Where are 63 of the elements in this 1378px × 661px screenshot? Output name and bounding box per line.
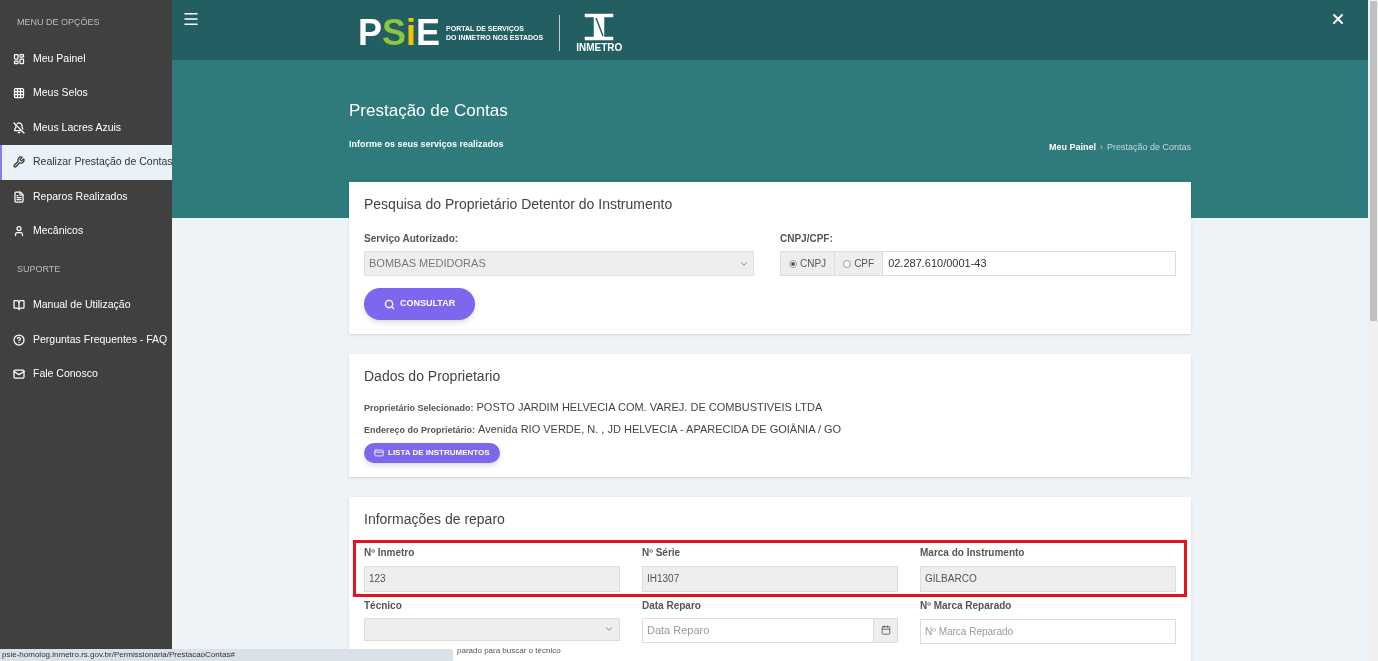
- field-hint: parado para buscar o técnico: [457, 645, 561, 655]
- scrollbar-thumb[interactable]: [1369, 1, 1377, 321]
- date-field[interactable]: Data Reparo: [642, 617, 874, 643]
- sidebar-item[interactable]: Mecânicos: [0, 214, 172, 249]
- grid-icon: [13, 87, 25, 100]
- field-label: Nº Série: [642, 546, 682, 560]
- field-label: Data Reparo: [642, 598, 702, 613]
- text-field[interactable]: Nº Marca Reparado: [920, 618, 1176, 644]
- service-select[interactable]: BOMBAS MEDIDORAS: [364, 251, 754, 276]
- field-value: Avenida RIO VERDE, N. , JD HELVECIA - APARECIDA DE GOIÂNIA / GO: [478, 421, 842, 437]
- status-bar: psie-homolog.inmetro.rs.gov.br/Permissionaria/PrestacaoContas#: [0, 649, 453, 661]
- field-value: POSTO JARDIM HELVECIA COM. VAREJ. DE COMBUSTIVEIS LTDA: [476, 400, 823, 415]
- sidebar-item[interactable]: Meu Painel: [0, 41, 172, 76]
- breadcrumb-link[interactable]: Meu Painel: [1048, 140, 1096, 154]
- field-label: Nº Inmetro: [364, 546, 416, 560]
- inmetro-emblem-icon: [582, 12, 617, 42]
- sidebar-item[interactable]: Fale Conosco: [0, 357, 172, 392]
- document-icon: [13, 190, 25, 203]
- field-label: Serviço Autorizado:: [364, 232, 460, 246]
- field-label: Endereço do Proprietário:: [364, 423, 476, 437]
- dashboard-icon: [13, 52, 25, 65]
- sidebar-item[interactable]: Perguntas Frequentes - FAQ: [0, 322, 172, 357]
- page-title: Prestação de Contas: [349, 100, 509, 122]
- field-label: Marca do Instrumento: [920, 546, 1026, 560]
- wrench-icon: [13, 156, 25, 169]
- menu-icon[interactable]: [182, 10, 200, 28]
- logo-wordmark: PSiE: [358, 14, 441, 51]
- readonly-field[interactable]: 123: [364, 565, 620, 592]
- user-icon: [13, 225, 25, 238]
- breadcrumb-separator: ›: [1099, 140, 1103, 154]
- crossed-bell-icon: [13, 121, 25, 134]
- help-icon: [13, 333, 25, 346]
- mail-icon: [13, 368, 25, 381]
- field-label: CNPJ/CPF:: [780, 232, 834, 246]
- calendar-icon: [880, 625, 891, 635]
- card-icon: [374, 448, 384, 458]
- field-label: Proprietário Selecionado:: [364, 402, 474, 415]
- sidebar-item[interactable]: Reparos Realizados: [0, 179, 172, 214]
- readonly-field[interactable]: GILBARCO: [920, 565, 1176, 592]
- sidebar-item[interactable]: Manual de Utilização: [0, 288, 172, 323]
- field-label: Técnico: [364, 598, 403, 613]
- instrument-list-button[interactable]: LISTA DE INSTRUMENTOS: [364, 443, 500, 463]
- readonly-field[interactable]: IH1307: [642, 565, 898, 592]
- card-title: Pesquisa do Proprietário Detentor do Instrumento: [364, 195, 674, 214]
- sidebar-section-title: MENU DE OPÇÕES: [16, 16, 101, 29]
- sidebar-item[interactable]: Meus Selos: [0, 76, 172, 111]
- page-subtitle: Informe os seus serviços realizados: [349, 137, 504, 151]
- close-icon[interactable]: [1330, 11, 1346, 27]
- sidebar-item[interactable]: Meus Lacres Azuis: [0, 110, 172, 145]
- calendar-addon[interactable]: [874, 617, 898, 643]
- search-icon: [384, 298, 395, 310]
- sidebar-item[interactable]: Realizar Prestação de Contas: [0, 145, 172, 180]
- caret-icon: [604, 624, 614, 634]
- inmetro-wordmark: INMETRO: [576, 42, 623, 53]
- document-type-radio[interactable]: CPF: [834, 251, 883, 276]
- field-label: Nº Marca Reparado: [920, 598, 1013, 613]
- sidebar-section-title: SUPORTE: [16, 262, 62, 276]
- consult-button[interactable]: CONSULTAR: [364, 288, 476, 320]
- book-icon: [13, 299, 25, 312]
- document-number-field[interactable]: 02.287.610/0001-43: [882, 251, 1176, 276]
- card-title: Informações de reparo: [364, 510, 506, 529]
- card-title: Dados do Proprietario: [364, 367, 502, 386]
- document-type-radio[interactable]: CNPJ: [780, 251, 835, 276]
